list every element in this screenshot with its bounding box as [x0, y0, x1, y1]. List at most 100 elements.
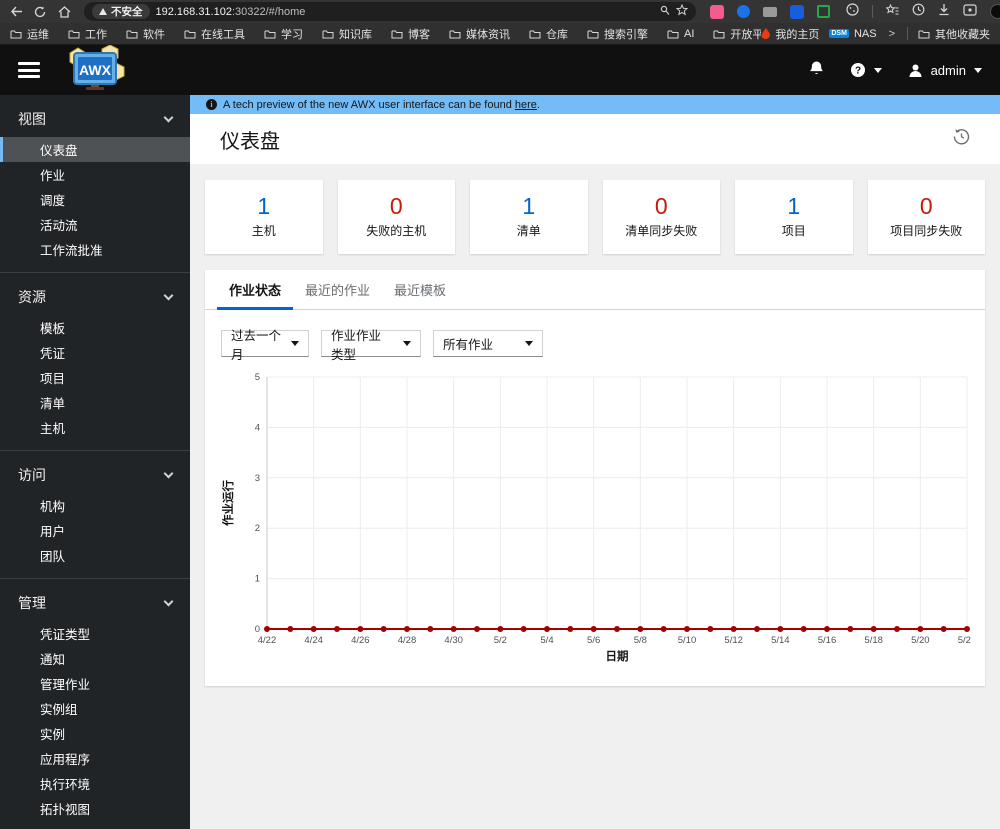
- tab-inactive[interactable]: 最近的作业: [293, 270, 382, 310]
- bookmark-folder[interactable]: 学习: [264, 26, 303, 42]
- sidebar-item[interactable]: 用户: [0, 518, 190, 543]
- downloads-icon[interactable]: [938, 3, 950, 21]
- bookmark-folder[interactable]: 运维: [10, 26, 49, 42]
- filter-select[interactable]: 过去一个月: [221, 329, 309, 362]
- bookmark-folder[interactable]: 知识库: [322, 26, 372, 42]
- sidebar-item[interactable]: 作业: [0, 162, 190, 187]
- stat-value-link[interactable]: 1: [787, 195, 800, 218]
- sidebar-item[interactable]: 凭证类型: [0, 621, 190, 646]
- workspaces-icon[interactable]: [963, 3, 977, 21]
- nav-section-header[interactable]: 资源: [0, 279, 190, 315]
- bookmark-folder[interactable]: 在线工具: [184, 26, 245, 42]
- stat-card: 0 清单同步失败: [602, 180, 720, 254]
- svg-text:4: 4: [255, 422, 260, 433]
- nav-section-header[interactable]: 视图: [0, 101, 190, 137]
- bilibili-extension-icon[interactable]: [710, 4, 724, 19]
- back-icon[interactable]: [6, 3, 26, 21]
- bookmark-folder[interactable]: 软件: [126, 26, 165, 42]
- sidebar-item[interactable]: 调度: [0, 187, 190, 212]
- bookmark-folder[interactable]: 开放平台: [713, 26, 761, 42]
- sidebar-item[interactable]: 执行环境: [0, 771, 190, 796]
- bookmark-home[interactable]: 我的主页: [761, 26, 819, 42]
- stat-label: 主机: [251, 224, 276, 238]
- user-menu[interactable]: admin: [908, 63, 982, 78]
- favorites-icon[interactable]: [885, 3, 899, 21]
- favorite-star-icon[interactable]: [675, 3, 689, 19]
- bookmark-label: 搜索引擎: [604, 28, 648, 41]
- bookmark-nas[interactable]: DSM NAS: [829, 28, 877, 40]
- nav-section-header[interactable]: 访问: [0, 457, 190, 493]
- screenshot-extension-icon[interactable]: [817, 5, 830, 18]
- sidebar-item[interactable]: 实例组: [0, 696, 190, 721]
- nav-section: 视图仪表盘 作业 调度 活动流 工作流批准: [0, 95, 190, 273]
- tabs-bar: 作业状态 最近的作业 最近模板: [205, 270, 985, 310]
- stat-value-link[interactable]: 0: [390, 195, 403, 218]
- stat-card: 1 主机: [205, 180, 323, 254]
- stat-value-link[interactable]: 1: [522, 195, 535, 218]
- sidebar-item[interactable]: 通知: [0, 646, 190, 671]
- nav-toggle-icon[interactable]: [18, 62, 40, 78]
- sidebar-item[interactable]: 团队: [0, 543, 190, 568]
- svg-text:?: ?: [855, 66, 861, 77]
- svg-text:5/10: 5/10: [678, 635, 697, 646]
- password-extension-icon[interactable]: [790, 4, 804, 19]
- bookmark-list: 运维工作软件在线工具学习知识库博客媒体资讯仓库搜索引擎AI开放平台云浏览器设置娱…: [10, 26, 761, 42]
- address-bar[interactable]: 不安全 192.168.31.102:30322/#/home: [84, 2, 696, 21]
- blue-dot-extension-icon[interactable]: [737, 5, 750, 18]
- voice-search-icon[interactable]: [660, 5, 670, 19]
- svg-text:1: 1: [255, 574, 260, 585]
- info-icon: i: [206, 99, 217, 110]
- home-icon[interactable]: [54, 3, 74, 21]
- stat-value-link[interactable]: 0: [920, 195, 933, 218]
- history-icon[interactable]: [912, 3, 925, 21]
- url-text[interactable]: 192.168.31.102:30322/#/home: [156, 6, 655, 18]
- other-favorites[interactable]: 其他收藏夹: [918, 26, 990, 42]
- bookmark-label: 开放平台: [730, 28, 762, 41]
- cookie-extension-icon[interactable]: [846, 2, 859, 21]
- sidebar-item[interactable]: 应用程序: [0, 746, 190, 771]
- sidebar-item[interactable]: 管理作业: [0, 671, 190, 696]
- bookmark-folder[interactable]: 博客: [391, 26, 430, 42]
- dashboard-history-icon[interactable]: [953, 128, 970, 150]
- stat-value-link[interactable]: 0: [655, 195, 668, 218]
- bookmark-folder[interactable]: 媒体资讯: [449, 26, 510, 42]
- line-chart-svg: 0 1 2 3 4 5 4/22 4/24 4/26 4/28 4/30 5/2 5/4 5/6 5/8 5/…: [221, 372, 976, 663]
- url-path: :30322/#/home: [231, 5, 306, 18]
- bookmark-folder[interactable]: 仓库: [529, 26, 568, 42]
- sidebar-item[interactable]: 活动流: [0, 212, 190, 237]
- sidebar-item[interactable]: 清单: [0, 390, 190, 415]
- sidebar-item[interactable]: 拓扑视图: [0, 796, 190, 821]
- nav-section: 访问 机构 用户 团队: [0, 451, 190, 579]
- bookmarks-overflow-icon[interactable]: >: [889, 28, 895, 40]
- caret-down-icon: [403, 341, 411, 346]
- tab-inactive[interactable]: 最近模板: [382, 270, 458, 310]
- bookmark-folder[interactable]: 工作: [68, 26, 107, 42]
- card-extension-icon[interactable]: [763, 6, 777, 17]
- filter-select[interactable]: 所有作业: [433, 330, 543, 357]
- nav-section-header[interactable]: 管理: [0, 585, 190, 621]
- sidebar-item[interactable]: 凭证: [0, 340, 190, 365]
- nav-section-label: 视图: [18, 111, 46, 127]
- sidebar-item[interactable]: 主机: [0, 415, 190, 440]
- notifications-bell-icon[interactable]: [809, 60, 824, 81]
- dark-extension-icon[interactable]: [990, 4, 1000, 19]
- tab-active[interactable]: 作业状态: [217, 270, 294, 310]
- help-menu[interactable]: ?: [850, 62, 882, 78]
- bookmark-folder[interactable]: 搜索引擎: [587, 26, 648, 42]
- sidebar-item[interactable]: 仪表盘: [0, 137, 190, 162]
- bookmark-folder[interactable]: AI: [667, 28, 694, 40]
- sidebar-item[interactable]: 项目: [0, 365, 190, 390]
- banner-here-link[interactable]: here: [515, 99, 537, 111]
- awx-logo[interactable]: AWX: [62, 43, 128, 96]
- filter-select[interactable]: 作业作业类型: [321, 329, 421, 362]
- sidebar-item[interactable]: 工作流批准: [0, 237, 190, 262]
- sidebar-item[interactable]: 实例: [0, 721, 190, 746]
- refresh-icon[interactable]: [30, 3, 50, 21]
- stat-card: 0 失败的主机: [337, 180, 455, 254]
- job-status-panel: 作业状态 最近的作业 最近模板 过去一个月 作业作业类型 所有作业 0 1 2 3 4 5 4/22…: [205, 270, 985, 686]
- sidebar-item[interactable]: 机构: [0, 493, 190, 518]
- sidebar-item[interactable]: 模板: [0, 315, 190, 340]
- security-chip[interactable]: 不安全: [92, 4, 150, 19]
- stat-value-link[interactable]: 1: [257, 195, 270, 218]
- url-host: 192.168.31.102: [155, 5, 232, 18]
